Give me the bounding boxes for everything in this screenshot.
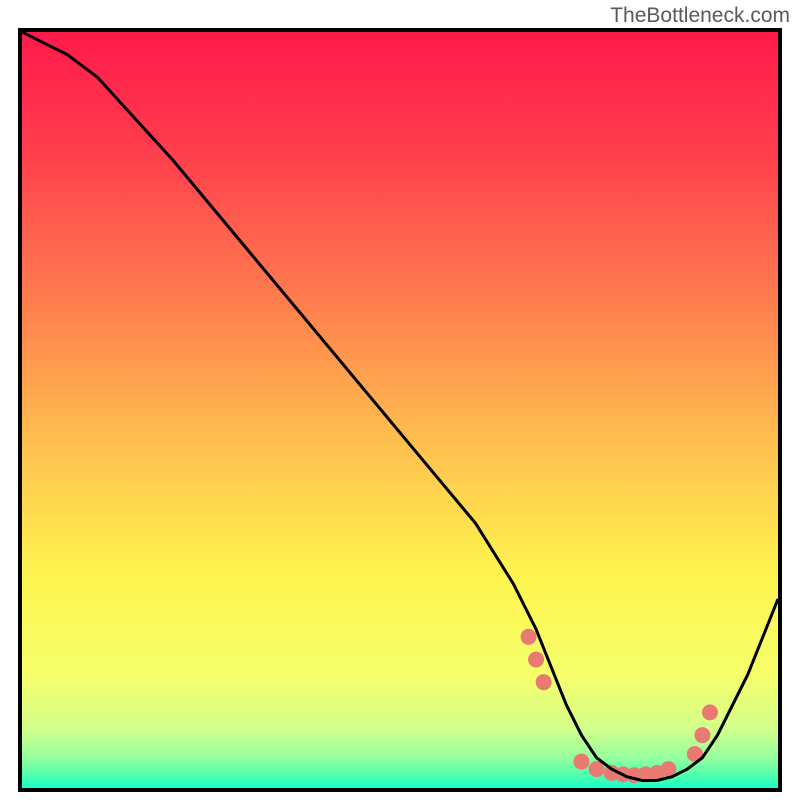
watermark-text: TheBottleneck.com (610, 4, 790, 28)
marker-dot (694, 727, 710, 743)
highlight-markers (521, 629, 718, 783)
marker-dot (536, 674, 552, 690)
marker-dot (528, 651, 544, 667)
marker-dot (573, 754, 589, 770)
curve-layer (22, 32, 778, 788)
chart-plot-area (18, 28, 782, 792)
bottleneck-curve (22, 32, 778, 780)
marker-dot (521, 629, 537, 645)
marker-dot (702, 704, 718, 720)
